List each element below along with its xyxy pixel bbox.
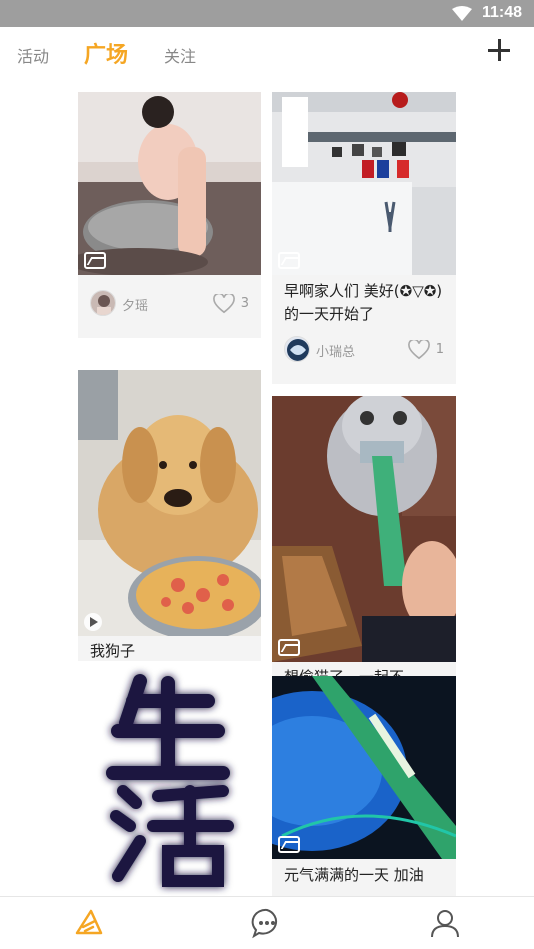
like-button[interactable]: 1 [404, 338, 444, 364]
image-type-icon [278, 836, 300, 853]
like-count: 3 [240, 296, 249, 311]
feed-grid: 夕瑶 3 早啊家人们 美好(✪▽✪)的一天开始了 小瑞总 1 我狗子 想偷猫了，… [0, 83, 534, 896]
feed-card[interactable]: 我狗子 [78, 370, 261, 670]
post-image [78, 661, 261, 896]
video-play-icon [84, 613, 102, 631]
status-time: 11:48 [481, 4, 522, 21]
image-type-icon [84, 252, 106, 269]
home-icon[interactable] [73, 907, 105, 939]
post-image [272, 676, 456, 859]
avatar[interactable] [284, 336, 310, 362]
tab-square[interactable]: 广场 [84, 37, 128, 69]
feed-card[interactable]: 想偷猫了，一起不 [272, 396, 456, 681]
image-type-icon [278, 252, 300, 269]
post-caption: 我狗子 [90, 642, 136, 660]
like-count: 1 [435, 342, 444, 357]
post-meta: 夕瑶 3 [90, 290, 249, 320]
like-button[interactable]: 3 [209, 292, 249, 318]
tab-following[interactable]: 关注 [164, 43, 196, 67]
avatar[interactable] [90, 290, 116, 316]
profile-icon[interactable] [429, 907, 461, 939]
post-caption: 早啊家人们 美好(✪▽✪)的一天开始了 [284, 282, 443, 323]
post-caption: 元气满满的一天 加油 [284, 866, 424, 884]
feed-card[interactable] [78, 661, 261, 896]
post-meta: 小瑞总 1 [284, 336, 444, 366]
bottom-tab-bar [0, 896, 534, 949]
feed-card[interactable]: 夕瑶 3 [78, 92, 261, 338]
post-image [78, 92, 261, 275]
post-image [78, 370, 261, 636]
wifi-icon [452, 6, 472, 21]
username[interactable]: 小瑞总 [316, 341, 355, 360]
add-post-button[interactable] [484, 35, 514, 65]
feed-card[interactable]: 早啊家人们 美好(✪▽✪)的一天开始了 小瑞总 1 [272, 92, 456, 384]
status-bar: 11:48 [0, 0, 534, 27]
chat-icon[interactable] [251, 907, 283, 939]
top-nav: 活动 广场 关注 [0, 27, 534, 83]
heart-icon [408, 340, 430, 360]
username[interactable]: 夕瑶 [122, 295, 148, 314]
feed-card[interactable]: 元气满满的一天 加油 [272, 676, 456, 896]
tab-activity[interactable]: 活动 [17, 43, 49, 67]
image-type-icon [278, 639, 300, 656]
post-image [272, 396, 456, 662]
heart-icon [213, 294, 235, 314]
post-image [272, 92, 456, 275]
